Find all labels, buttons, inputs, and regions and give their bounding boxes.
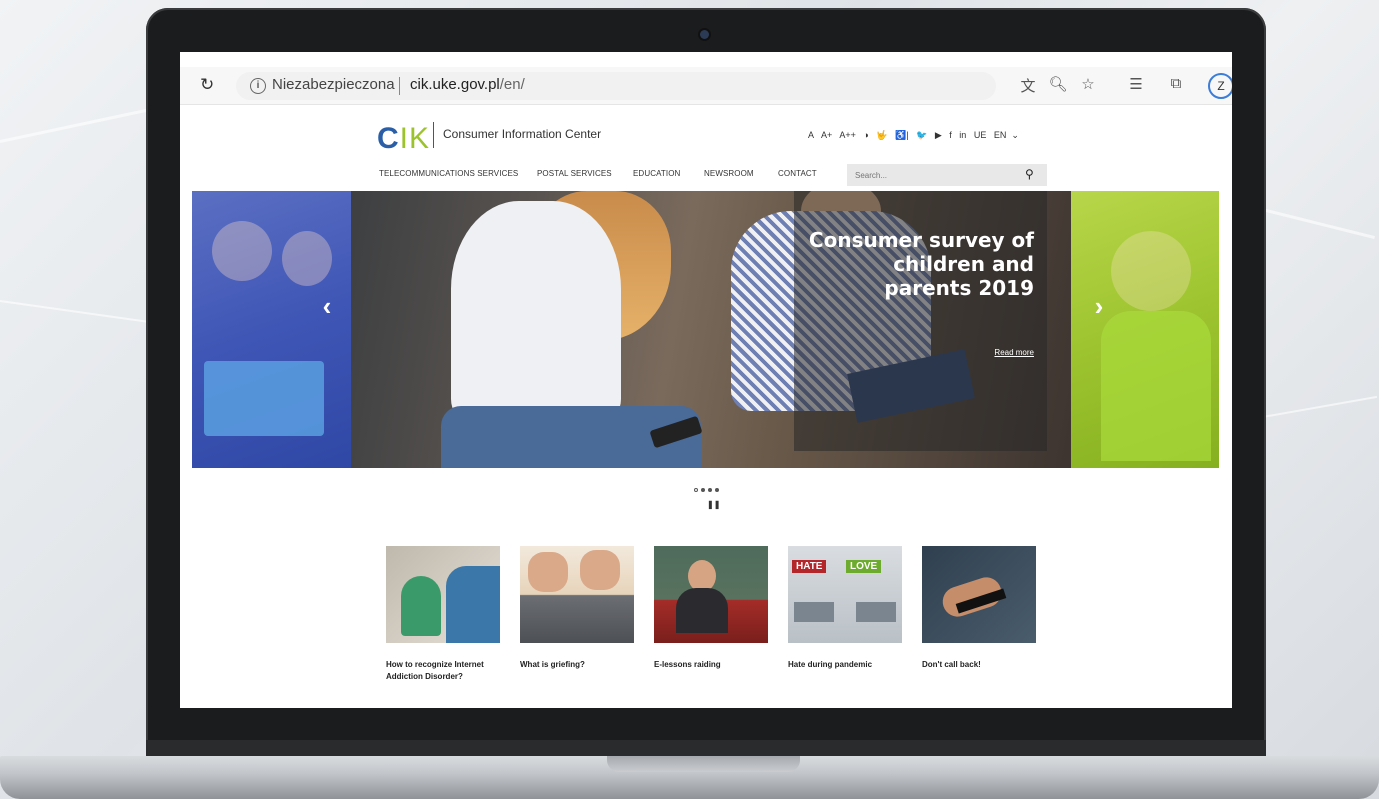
webcam bbox=[700, 30, 709, 39]
thumb-decoration bbox=[401, 576, 441, 636]
thumb-decoration bbox=[794, 602, 834, 622]
accessibility-toolbar: A A+ A++ ◑ 🤟 ♿| 🐦 ▶ f in UE EN ⌄ bbox=[808, 130, 1029, 141]
carousel-dot[interactable] bbox=[708, 488, 712, 492]
article-title[interactable]: What is griefing? bbox=[520, 659, 638, 671]
carousel-prev-button[interactable]: ‹ bbox=[317, 291, 337, 321]
article-thumbnail[interactable] bbox=[520, 546, 634, 643]
article-thumbnail[interactable] bbox=[922, 546, 1036, 643]
article-title[interactable]: How to recognize Internet Addiction Diso… bbox=[386, 659, 504, 683]
ue-flag-icon[interactable]: UE bbox=[974, 130, 987, 140]
slide-caption: Consumer survey of children and parents … bbox=[794, 191, 1047, 451]
font-size-medium[interactable]: A+ bbox=[821, 130, 832, 140]
logo-divider bbox=[433, 122, 434, 148]
url-path: /en/ bbox=[499, 76, 525, 93]
hate-label: HATE bbox=[792, 560, 827, 573]
carousel-dot[interactable] bbox=[701, 488, 705, 492]
search-icon[interactable]: ⚲ bbox=[1025, 167, 1039, 181]
profile-avatar[interactable]: Z bbox=[1208, 73, 1232, 99]
facebook-icon[interactable]: f bbox=[949, 130, 952, 140]
thumb-decoration bbox=[528, 552, 568, 592]
url-text[interactable]: cik.uke.gov.pl/en/ bbox=[410, 76, 525, 93]
zoom-icon[interactable]: 🔍︎ bbox=[1048, 75, 1068, 93]
logo-ik: IK bbox=[399, 122, 431, 155]
linkedin-icon[interactable]: in bbox=[959, 130, 966, 140]
nav-contact[interactable]: CONTACT bbox=[778, 169, 817, 178]
address-bar[interactable]: i Niezabezpieczona cik.uke.gov.pl/en/ bbox=[236, 72, 996, 100]
font-size-large[interactable]: A++ bbox=[839, 130, 856, 140]
address-separator bbox=[399, 77, 400, 95]
carousel-pager bbox=[694, 488, 722, 494]
slide-image-decoration bbox=[1111, 231, 1191, 311]
slide-image-decoration bbox=[451, 201, 621, 421]
background-streak bbox=[0, 300, 149, 323]
article-title[interactable]: E-lessons raiding bbox=[654, 659, 772, 671]
translate-icon[interactable]: 文 bbox=[1018, 75, 1038, 96]
background-streak bbox=[0, 106, 157, 143]
carousel-next-button[interactable]: › bbox=[1089, 291, 1109, 321]
nav-postal-services[interactable]: POSTAL SERVICES bbox=[537, 169, 612, 178]
carousel-slide-previous[interactable] bbox=[192, 191, 351, 468]
carousel-slide-next[interactable] bbox=[1071, 191, 1219, 468]
security-label: Niezabezpieczona bbox=[272, 76, 395, 93]
search-box: ⚲ bbox=[847, 164, 1047, 186]
thumb-decoration bbox=[580, 550, 620, 590]
browser-screen: ↻ i Niezabezpieczona cik.uke.gov.pl/en/ … bbox=[180, 52, 1232, 708]
font-size-small[interactable]: A bbox=[808, 130, 814, 140]
reload-icon[interactable]: ↻ bbox=[200, 76, 218, 94]
nav-education[interactable]: EDUCATION bbox=[633, 169, 680, 178]
sign-language-icon[interactable]: 🤟 bbox=[876, 130, 887, 140]
slide-image-decoration bbox=[204, 361, 324, 436]
nav-newsroom[interactable]: NEWSROOM bbox=[704, 169, 754, 178]
article-thumbnail[interactable] bbox=[654, 546, 768, 643]
info-icon[interactable]: i bbox=[250, 78, 266, 94]
chevron-down-icon: ⌄ bbox=[1011, 130, 1019, 140]
favorites-list-icon[interactable]: ☰ bbox=[1126, 75, 1146, 93]
site-logo[interactable]: CIK bbox=[377, 122, 430, 156]
logo-text: Consumer Information Center bbox=[443, 127, 602, 141]
slide-title: Consumer survey of children and parents … bbox=[808, 228, 1034, 300]
language-select[interactable]: EN ⌄ bbox=[994, 130, 1024, 140]
slide-image-decoration bbox=[1101, 311, 1211, 461]
browser-toolbar: ↻ i Niezabezpieczona cik.uke.gov.pl/en/ … bbox=[180, 67, 1232, 105]
wcag-icon[interactable]: ♿| bbox=[895, 130, 909, 140]
pause-icon[interactable]: ❚❚ bbox=[707, 500, 720, 509]
twitter-icon[interactable]: 🐦 bbox=[916, 130, 927, 140]
article-title[interactable]: Hate during pandemic bbox=[788, 659, 906, 671]
slide-image-decoration bbox=[282, 231, 332, 286]
thumb-decoration bbox=[856, 602, 896, 622]
thumb-decoration bbox=[446, 566, 500, 643]
thumb-decoration bbox=[676, 588, 728, 633]
favorite-icon[interactable]: ☆ bbox=[1078, 75, 1098, 93]
collections-icon[interactable]: ⧉ bbox=[1166, 75, 1186, 92]
carousel-dot[interactable] bbox=[715, 488, 719, 492]
read-more-link[interactable]: Read more bbox=[979, 348, 1034, 357]
article-title[interactable]: Don't call back! bbox=[922, 659, 1040, 671]
love-label: LOVE bbox=[846, 560, 882, 573]
slide-image-decoration bbox=[212, 221, 272, 281]
carousel-dot[interactable] bbox=[694, 488, 698, 492]
contrast-icon[interactable]: ◑ bbox=[863, 130, 868, 140]
hero-carousel: Consumer survey of children and parents … bbox=[192, 191, 1219, 468]
search-input[interactable] bbox=[855, 168, 1015, 182]
article-thumbnail[interactable]: HATE LOVE bbox=[788, 546, 902, 643]
laptop-notch bbox=[607, 756, 800, 772]
language-label: EN bbox=[993, 130, 1007, 140]
youtube-icon[interactable]: ▶ bbox=[935, 130, 942, 140]
url-host: cik.uke.gov.pl bbox=[410, 76, 500, 93]
article-thumbnail[interactable] bbox=[386, 546, 500, 643]
nav-telecommunications-services[interactable]: TELECOMMUNICATIONS SERVICES bbox=[379, 169, 518, 178]
logo-c: C bbox=[377, 122, 400, 155]
